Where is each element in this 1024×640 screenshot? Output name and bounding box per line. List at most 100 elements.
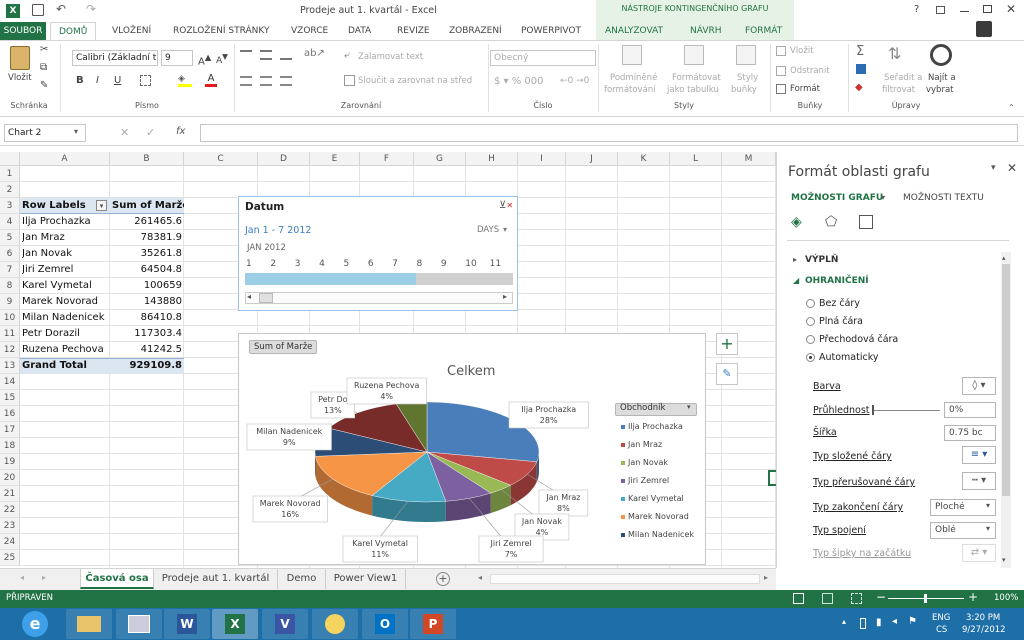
language-secondary[interactable]: CS xyxy=(936,625,947,635)
find-icon[interactable] xyxy=(930,44,952,66)
align-left-icon[interactable] xyxy=(240,76,252,86)
sort-filter-label-2[interactable]: filtrovat xyxy=(882,85,915,95)
tab-view[interactable]: ZOBRAZENÍ xyxy=(449,22,502,40)
row-header[interactable]: 16 xyxy=(0,406,20,422)
word-icon[interactable]: W xyxy=(164,609,210,639)
copy-icon[interactable]: ⧉ xyxy=(40,62,47,73)
pivot-grand-total-value[interactable]: 929109.8 xyxy=(112,358,182,374)
redo-icon[interactable]: ↷ xyxy=(86,2,96,16)
row-header[interactable]: 7 xyxy=(0,262,20,278)
pivot-row-value[interactable]: 78381.9 xyxy=(112,230,182,246)
paste-icon[interactable] xyxy=(10,46,30,70)
paste-button[interactable]: Vložit xyxy=(8,73,32,83)
timeline-tick-label[interactable]: 8 xyxy=(417,259,423,269)
wrap-text-button[interactable]: Zalamovat text xyxy=(358,52,423,62)
radio-icon[interactable] xyxy=(806,353,815,362)
tab-formulas[interactable]: VZORCE xyxy=(291,22,328,40)
battery-icon[interactable] xyxy=(860,618,866,629)
row-labels-filter-icon[interactable]: ▾ xyxy=(96,200,107,211)
compound-type-dropdown[interactable]: ≡ ▾ xyxy=(962,446,996,464)
align-middle-icon[interactable] xyxy=(260,50,272,60)
timeline-tick-label[interactable]: 1 xyxy=(246,259,252,269)
cut-icon[interactable]: ✂ xyxy=(40,44,48,55)
level-arrow-icon[interactable]: ▾ xyxy=(503,225,507,234)
clear-icon[interactable]: ◆ xyxy=(855,82,863,93)
legend-item[interactable]: Ilja Prochazka xyxy=(628,422,683,431)
minimize-button[interactable] xyxy=(960,11,969,12)
row-header[interactable]: 8 xyxy=(0,278,20,294)
row-header[interactable]: 18 xyxy=(0,438,20,454)
number-format-dropdown[interactable]: Obecný xyxy=(490,50,596,66)
timeline-tick-label[interactable]: 3 xyxy=(295,259,301,269)
width-input[interactable]: 0.75 bc xyxy=(944,425,996,441)
page-break-view-icon[interactable] xyxy=(851,593,862,604)
timeline-tick-label[interactable]: 4 xyxy=(319,259,325,269)
begin-arrow-dropdown[interactable]: ⇄ ▾ xyxy=(962,544,996,562)
transparency-input[interactable]: 0% xyxy=(944,402,996,418)
data-label[interactable]: Marek Novorad 16% xyxy=(252,495,328,523)
normal-view-icon[interactable] xyxy=(793,593,804,604)
join-type-arrow-icon[interactable]: ▾ xyxy=(986,524,990,533)
fill-color-icon[interactable]: ◈ xyxy=(178,74,192,87)
volume-icon[interactable]: ◂ xyxy=(892,616,897,627)
borders-icon[interactable] xyxy=(140,75,151,86)
ribbon-display-button[interactable] xyxy=(936,6,945,14)
pivot-row-label[interactable]: Jan Novak xyxy=(22,246,108,262)
close-button[interactable]: ✕ xyxy=(1006,2,1016,16)
orientation-icon[interactable]: ab↗ xyxy=(304,48,325,59)
pivot-row-value[interactable]: 35261.8 xyxy=(112,246,182,262)
zoom-slider-thumb[interactable] xyxy=(924,594,927,603)
row-header[interactable]: 19 xyxy=(0,454,20,470)
fill-expand-icon[interactable]: ▸ xyxy=(793,255,797,264)
border-option-radio[interactable]: Plná čára xyxy=(806,316,863,327)
conditional-formatting-label-2[interactable]: formátování xyxy=(604,85,656,95)
color-picker-button[interactable]: ◊ ▾ xyxy=(962,377,996,395)
row-header[interactable]: 10 xyxy=(0,310,20,326)
insert-cells-button[interactable]: Vložit xyxy=(790,46,814,56)
align-top-icon[interactable] xyxy=(240,50,252,60)
pane-scroll-up-icon[interactable]: ▴ xyxy=(1002,254,1006,262)
legend-field-arrow-icon[interactable]: ▾ xyxy=(687,403,691,411)
pivot-row-value[interactable]: 64504.8 xyxy=(112,262,182,278)
row-header[interactable]: 17 xyxy=(0,422,20,438)
font-color-icon[interactable]: A xyxy=(205,73,217,87)
timeline-slicer[interactable]: Datum ⊻✕ Jan 1 - 7 2012 DAYS ▾ JAN 2012 … xyxy=(238,196,518,311)
merge-center-icon[interactable] xyxy=(344,75,355,86)
row-header[interactable]: 14 xyxy=(0,374,20,390)
sheet-tab-timeline[interactable]: Časová osa xyxy=(80,569,154,589)
data-label[interactable]: Karel Vymetal 11% xyxy=(342,535,418,563)
autosum-icon[interactable]: Σ xyxy=(856,44,864,59)
tab-page-layout[interactable]: ROZLOŽENÍ STRÁNKY xyxy=(173,22,269,40)
hscroll-right-icon[interactable]: ▸ xyxy=(764,573,768,582)
column-header[interactable]: F xyxy=(360,152,414,166)
row-header[interactable]: 5 xyxy=(0,230,20,246)
sheet-tab-demo[interactable]: Demo xyxy=(278,569,326,589)
pivot-row-label[interactable]: Petr Dorazil xyxy=(22,326,108,342)
hscroll-track[interactable] xyxy=(490,574,760,584)
tab-insert[interactable]: VLOŽENÍ xyxy=(112,22,151,40)
row-header[interactable]: 24 xyxy=(0,534,20,550)
scroll-left-icon[interactable]: ◂ xyxy=(247,292,251,301)
format-as-table-icon[interactable] xyxy=(684,45,704,65)
column-header[interactable]: L xyxy=(670,152,722,166)
pivot-row-value[interactable]: 86410.8 xyxy=(112,310,182,326)
column-header[interactable]: C xyxy=(184,152,258,166)
pivot-row-label[interactable]: Jan Mraz xyxy=(22,230,108,246)
zoom-out-button[interactable]: − xyxy=(876,590,886,604)
pivot-chart[interactable]: Sum of Marže Celkem Ilja Prochazka 28% Jan… xyxy=(238,333,706,565)
pivot-row-label[interactable]: Ruzena Pechova xyxy=(22,342,108,358)
column-header[interactable]: K xyxy=(618,152,670,166)
pane-scroll-thumb[interactable] xyxy=(1002,264,1010,496)
border-option-radio[interactable]: Automaticky xyxy=(806,352,879,363)
column-header[interactable]: I xyxy=(518,152,566,166)
format-as-table-label-1[interactable]: Formátovat xyxy=(672,73,721,83)
pivot-row-value[interactable]: 41242.5 xyxy=(112,342,182,358)
zoom-in-button[interactable]: + xyxy=(968,590,978,604)
tab-chart-options[interactable]: MOŽNOSTI GRAFU xyxy=(791,193,883,203)
clock-date[interactable]: 9/27/2012 xyxy=(962,625,1006,635)
tab-design[interactable]: NÁVRH xyxy=(690,22,722,40)
zoom-level[interactable]: 100% xyxy=(994,593,1018,603)
cancel-entry-icon[interactable]: ✕ xyxy=(120,126,129,139)
cell-styles-label-1[interactable]: Styly xyxy=(737,73,758,83)
file-explorer-icon[interactable] xyxy=(66,609,112,639)
